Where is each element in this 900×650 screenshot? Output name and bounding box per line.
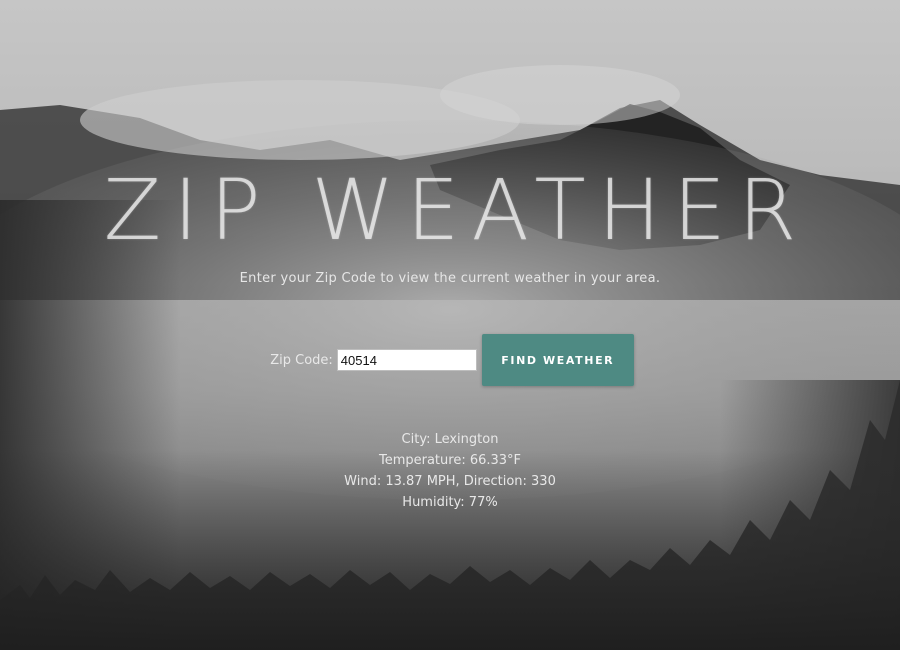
- find-weather-button[interactable]: FIND WEATHER: [481, 334, 634, 386]
- humidity-result: Humidity: 77%: [402, 495, 498, 510]
- zip-form: Zip Code: FIND WEATHER: [0, 334, 900, 386]
- page-title: ZIP WEATHER: [103, 161, 809, 259]
- page-content: ZIP WEATHER Enter your Zip Code to view …: [0, 0, 900, 650]
- zip-code-label: Zip Code:: [270, 352, 333, 368]
- temperature-result: Temperature: 66.33°F: [378, 453, 522, 468]
- weather-results: City: Lexington Temperature: 66.33°F Win…: [0, 429, 900, 513]
- city-result: City: Lexington: [401, 432, 499, 447]
- zip-code-input[interactable]: [336, 349, 477, 371]
- wind-result: Wind: 13.87 MPH, Direction: 330: [344, 474, 556, 489]
- page-subtitle: Enter your Zip Code to view the current …: [239, 271, 661, 286]
